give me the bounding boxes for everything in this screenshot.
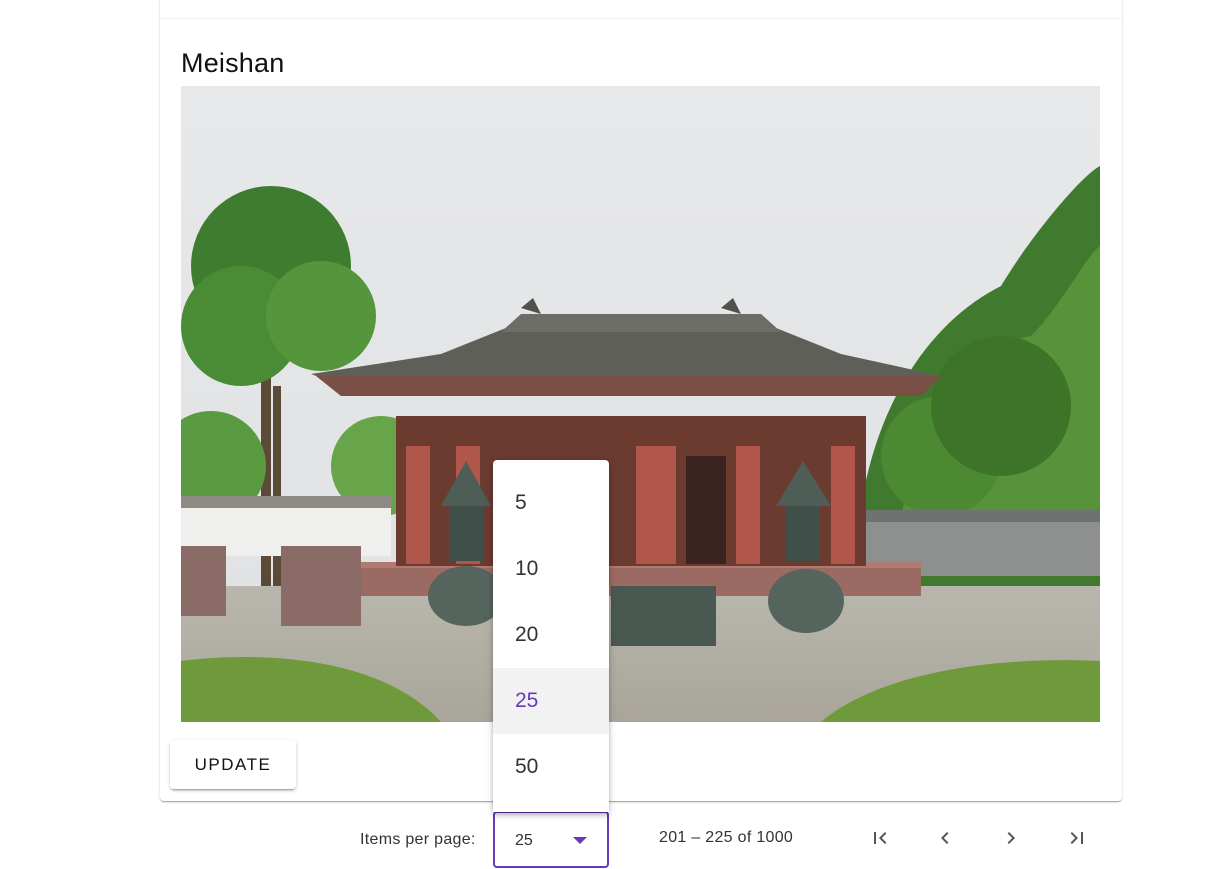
page-size-option-20[interactable]: 20 [493,602,609,668]
meishan-card: Meishan UPDATE [160,0,1122,801]
previous-card-edge [160,0,1122,19]
chevron-left-icon [933,826,957,853]
page-size-dropdown: 5 10 20 25 50 [493,460,609,812]
first-page-button[interactable] [860,819,900,859]
paginator: Items per page: 25 201 – 225 of 1000 [160,809,1122,869]
previous-page-button[interactable] [925,819,965,859]
dropdown-arrow-icon [573,837,587,844]
page-size-option-25[interactable]: 25 [493,668,609,734]
range-label: 201 – 225 of 1000 [659,829,794,846]
first-page-icon [868,826,892,853]
last-page-button[interactable] [1057,819,1097,859]
next-page-button[interactable] [991,819,1031,859]
chevron-right-icon [999,826,1023,853]
last-page-icon [1065,826,1089,853]
items-per-page-label: Items per page: [360,831,476,848]
page-size-option-10[interactable]: 10 [493,536,609,602]
page-size-select[interactable]: 25 [493,811,609,868]
page-size-value: 25 [515,832,533,849]
temple-photo [181,86,1100,722]
page-size-option-50[interactable]: 50 [493,734,609,800]
update-button[interactable]: UPDATE [170,740,296,789]
page-size-option-5[interactable]: 5 [493,470,609,536]
card-title: Meishan [181,48,285,78]
